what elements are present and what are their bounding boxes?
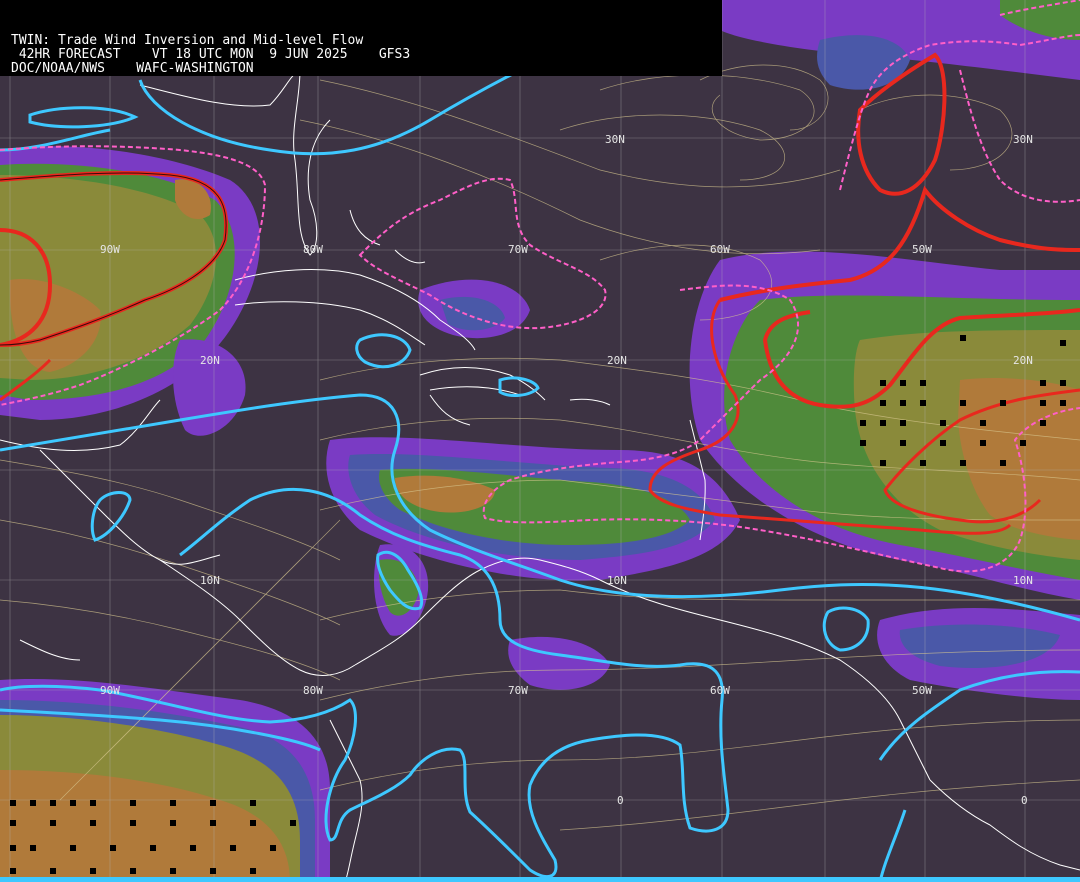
label-30n-b: 30N (1013, 133, 1033, 146)
map-header: TWIN: Trade Wind Inversion and Mid-level… (0, 0, 722, 76)
label-80w-b: 80W (303, 684, 323, 697)
header-title: TWIN: Trade Wind Inversion and Mid-level… (11, 33, 364, 48)
header-source-line: DOC/NOAA/NWS WAFC-WASHINGTON (11, 61, 254, 76)
label-70w-b: 70W (508, 684, 528, 697)
label-20n-b: 20N (607, 354, 627, 367)
header-forecast-line: 42HR FORECAST VT 18 UTC MON 9 JUN 2025 G… (11, 47, 411, 62)
label-20n-a: 20N (200, 354, 220, 367)
label-90w-b: 90W (100, 684, 120, 697)
label-10n-a: 10N (200, 574, 220, 587)
forecast-map: 30N 30N 90W 80W 70W 60W 50W 20N 20N 20N … (0, 0, 1080, 882)
label-0-b: 0 (1021, 794, 1028, 807)
label-10n-b: 10N (607, 574, 627, 587)
label-60w-b: 60W (710, 684, 730, 697)
label-10n-c: 10N (1013, 574, 1033, 587)
label-30n-a: 30N (605, 133, 625, 146)
label-0-a: 0 (617, 794, 624, 807)
label-20n-c: 20N (1013, 354, 1033, 367)
bottom-border (0, 877, 1080, 882)
label-90w-a: 90W (100, 243, 120, 256)
label-70w-a: 70W (508, 243, 528, 256)
label-80w-a: 80W (303, 243, 323, 256)
label-60w-a: 60W (710, 243, 730, 256)
label-50w-b: 50W (912, 684, 932, 697)
label-50w-a: 50W (912, 243, 932, 256)
